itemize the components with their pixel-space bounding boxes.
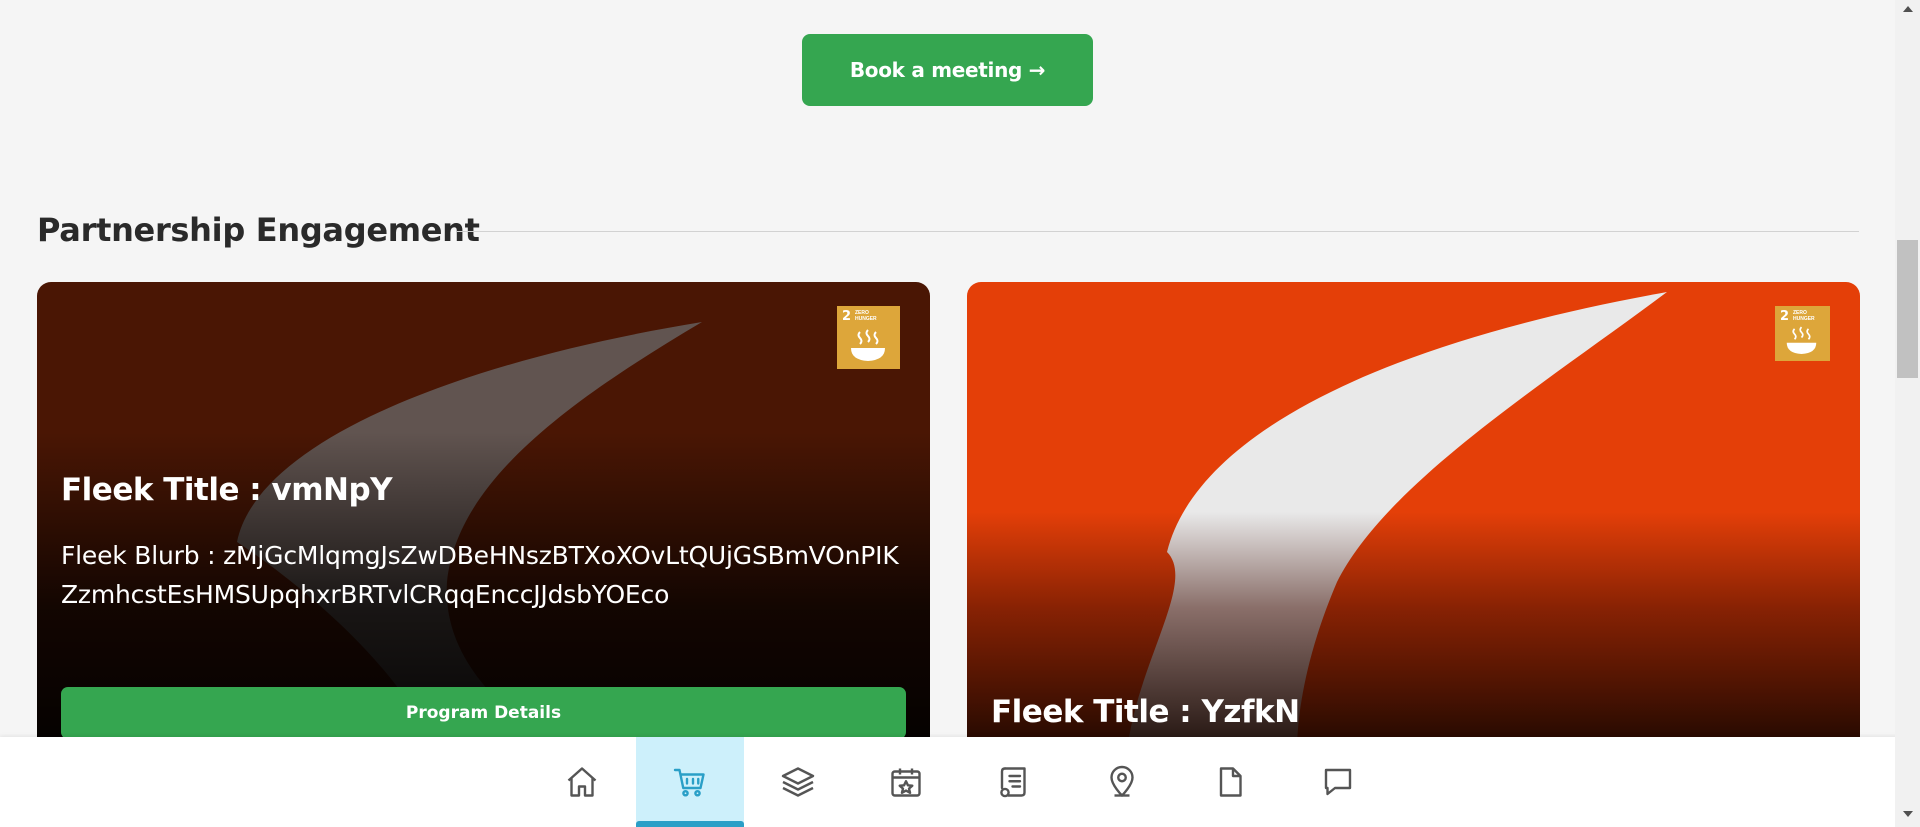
nav-messages[interactable] <box>1284 737 1392 827</box>
cart-icon <box>673 768 705 797</box>
sdg-number: 2 <box>1780 309 1790 324</box>
card-blurb: Fleek Blurb : zMjGcMlqmgJsZwDBeHNszBTXoX… <box>61 541 899 609</box>
sdg-number: 2 <box>842 309 852 324</box>
calendar-star-icon <box>891 768 921 797</box>
nav-home[interactable] <box>528 737 636 827</box>
layers-icon <box>781 767 815 797</box>
section-divider <box>457 231 1859 232</box>
program-card[interactable]: 2 ZERO HUNGER Fleek Title : vmNpY Fleek … <box>37 282 930 752</box>
scrollbar-thumb[interactable] <box>1897 240 1918 378</box>
nav-layers[interactable] <box>744 737 852 827</box>
document-list-icon <box>1000 767 1026 798</box>
scroll-down-arrow[interactable] <box>1899 807 1916 821</box>
sdg-label: ZERO HUNGER <box>855 310 877 322</box>
chat-icon <box>1324 768 1352 796</box>
sdg-badge: 2 ZERO HUNGER <box>1775 306 1830 361</box>
card-title: Fleek Title : vmNpY <box>61 472 393 508</box>
program-card[interactable]: 2 ZERO HUNGER Fleek Title : YzfkN <box>967 282 1860 752</box>
nav-reports[interactable] <box>960 737 1068 827</box>
nav-locations[interactable] <box>1068 737 1176 827</box>
bowl-icon <box>851 329 885 361</box>
nav-documents[interactable] <box>1176 737 1284 827</box>
nav-events[interactable] <box>852 737 960 827</box>
scroll-up-arrow[interactable] <box>1899 2 1916 16</box>
file-icon <box>1219 767 1242 797</box>
nav-cart[interactable] <box>636 737 744 827</box>
program-details-button[interactable]: Program Details <box>61 687 906 739</box>
sdg-badge: 2 ZERO HUNGER <box>837 306 900 369</box>
location-pin-icon <box>1110 765 1134 797</box>
scrollbar-track[interactable] <box>1895 0 1920 827</box>
sdg-label: ZERO HUNGER <box>1793 310 1815 322</box>
section-title: Partnership Engagement <box>37 211 480 249</box>
card-title: Fleek Title : YzfkN <box>991 694 1300 730</box>
book-meeting-button[interactable]: Book a meeting → <box>802 34 1093 106</box>
bottom-nav <box>0 737 1920 827</box>
bowl-icon <box>1786 326 1817 355</box>
home-icon <box>567 767 597 797</box>
